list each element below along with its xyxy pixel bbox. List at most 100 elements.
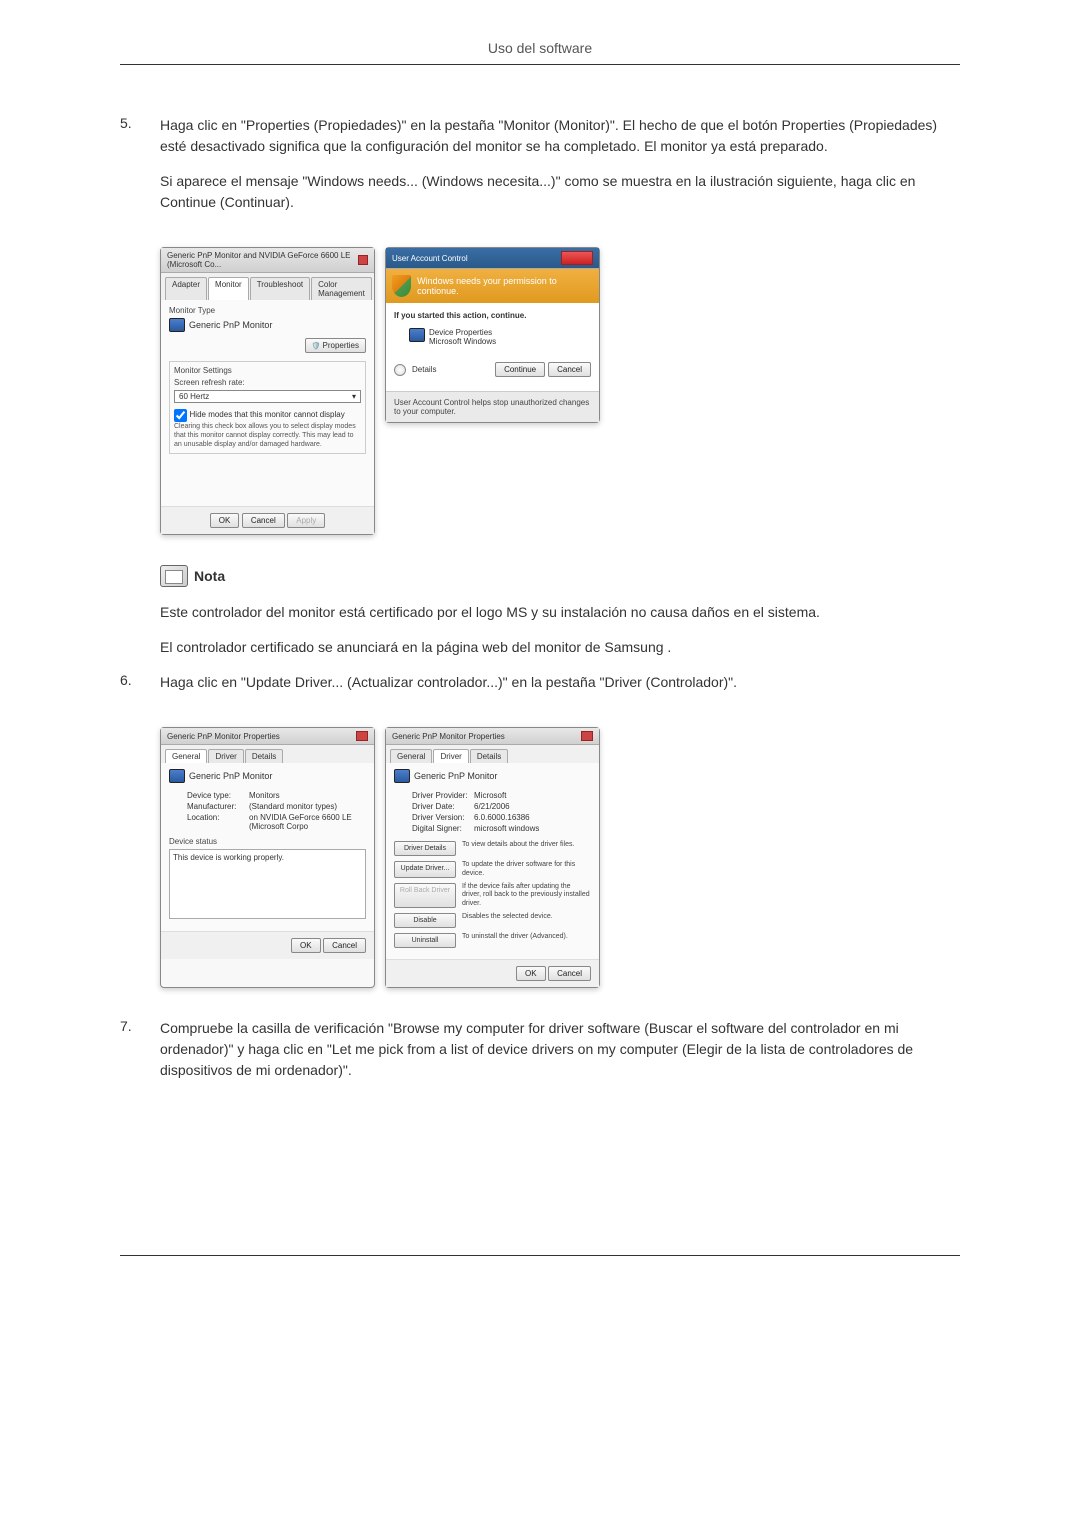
- location-value: on NVIDIA GeForce 6600 LE (Microsoft Cor…: [249, 813, 366, 831]
- step-7: 7. Compruebe la casilla de verificación …: [120, 1018, 960, 1095]
- tab-adapter[interactable]: Adapter: [165, 277, 207, 300]
- uac-banner: Windows needs your permission to contion…: [386, 269, 599, 303]
- details-button[interactable]: Details: [412, 365, 495, 374]
- tab-general[interactable]: General: [390, 749, 432, 763]
- close-icon[interactable]: [358, 255, 368, 265]
- footer-rule: [120, 1255, 960, 1256]
- tab-color-management[interactable]: Color Management: [311, 277, 372, 300]
- monitor-icon: [169, 318, 185, 332]
- chevron-down-icon: ▾: [352, 392, 356, 401]
- provider-label: Driver Provider:: [412, 791, 474, 800]
- tab-details[interactable]: Details: [470, 749, 508, 763]
- rollback-driver-desc: If the device fails after updating the d…: [462, 883, 591, 908]
- note-icon: [160, 565, 188, 587]
- window-d-titlebar: Generic PnP Monitor Properties: [386, 728, 599, 745]
- tab-general[interactable]: General: [165, 749, 207, 763]
- device-properties-text: Device Properties: [429, 328, 496, 337]
- note-heading: Nota: [160, 565, 960, 587]
- window-d-title: Generic PnP Monitor Properties: [392, 732, 505, 741]
- date-value: 6/21/2006: [474, 802, 591, 811]
- uac-title: User Account Control: [392, 254, 468, 263]
- properties-button[interactable]: Properties: [305, 338, 366, 353]
- device-type-label: Device type:: [187, 791, 249, 800]
- cancel-button[interactable]: Cancel: [242, 513, 285, 528]
- window-d-tabs: General Driver Details: [386, 745, 599, 763]
- update-driver-button[interactable]: Update Driver...: [394, 861, 456, 878]
- ok-button[interactable]: OK: [291, 938, 321, 953]
- hide-modes-checkbox[interactable]: [174, 409, 187, 422]
- note-para2: El controlador certificado se anunciará …: [160, 637, 960, 658]
- monitor-icon: [169, 769, 185, 783]
- tab-monitor[interactable]: Monitor: [208, 277, 249, 300]
- tab-driver[interactable]: Driver: [208, 749, 243, 763]
- signer-label: Digital Signer:: [412, 824, 474, 833]
- monitor-name: Generic PnP Monitor: [189, 320, 272, 330]
- location-label: Location:: [187, 813, 249, 831]
- manufacturer-value: (Standard monitor types): [249, 802, 366, 811]
- step-7-number: 7.: [120, 1018, 160, 1095]
- device-icon: [409, 328, 425, 342]
- tab-details[interactable]: Details: [245, 749, 283, 763]
- disable-button[interactable]: Disable: [394, 913, 456, 928]
- monitor-type-label: Monitor Type: [169, 306, 366, 315]
- step-6: 6. Haga clic en "Update Driver... (Actua…: [120, 672, 960, 707]
- ms-windows-text: Microsoft Windows: [429, 337, 496, 346]
- screenshot-row-1: Generic PnP Monitor and NVIDIA GeForce 6…: [160, 247, 960, 535]
- uac-footer: User Account Control helps stop unauthor…: [386, 391, 599, 422]
- driver-details-button[interactable]: Driver Details: [394, 841, 456, 856]
- uninstall-button[interactable]: Uninstall: [394, 933, 456, 948]
- device-status-box: This device is working properly.: [169, 849, 366, 919]
- step-7-text: Compruebe la casilla de verificación "Br…: [160, 1018, 960, 1081]
- date-label: Driver Date:: [412, 802, 474, 811]
- properties-driver-window: Generic PnP Monitor Properties General D…: [385, 727, 600, 988]
- window-a-titlebar: Generic PnP Monitor and NVIDIA GeForce 6…: [161, 248, 374, 273]
- ok-button[interactable]: OK: [516, 966, 546, 981]
- close-icon[interactable]: [581, 731, 593, 741]
- uninstall-desc: To uninstall the driver (Advanced).: [462, 933, 591, 948]
- refresh-rate-dropdown[interactable]: 60 Hertz ▾: [174, 390, 361, 403]
- disable-desc: Disables the selected device.: [462, 913, 591, 928]
- step-6-text: Haga clic en "Update Driver... (Actualiz…: [160, 672, 960, 693]
- step-6-number: 6.: [120, 672, 160, 707]
- manufacturer-label: Manufacturer:: [187, 802, 249, 811]
- device-type-value: Monitors: [249, 791, 366, 800]
- ok-button[interactable]: OK: [210, 513, 240, 528]
- version-value: 6.0.6000.16386: [474, 813, 591, 822]
- refresh-rate-label: Screen refresh rate:: [174, 378, 361, 387]
- cancel-button[interactable]: Cancel: [548, 362, 591, 377]
- window-a-title: Generic PnP Monitor and NVIDIA GeForce 6…: [167, 251, 358, 269]
- device-status-label: Device status: [169, 837, 366, 846]
- tab-driver[interactable]: Driver: [433, 749, 468, 763]
- hide-modes-label: Hide modes that this monitor cannot disp…: [190, 410, 345, 419]
- signer-value: microsoft windows: [474, 824, 591, 833]
- rollback-driver-button[interactable]: Roll Back Driver: [394, 883, 456, 908]
- close-icon[interactable]: [356, 731, 368, 741]
- monitor-settings-label: Monitor Settings: [174, 366, 361, 375]
- window-a-tabs: Adapter Monitor Troubleshoot Color Manag…: [161, 273, 374, 300]
- continue-button[interactable]: Continue: [495, 362, 545, 377]
- properties-general-window: Generic PnP Monitor Properties General D…: [160, 727, 375, 988]
- apply-button[interactable]: Apply: [287, 513, 325, 528]
- monitor-name: Generic PnP Monitor: [414, 771, 497, 781]
- driver-details-desc: To view details about the driver files.: [462, 841, 591, 856]
- window-c-tabs: General Driver Details: [161, 745, 374, 763]
- cancel-button[interactable]: Cancel: [323, 938, 366, 953]
- uac-window: User Account Control Windows needs your …: [385, 247, 600, 423]
- uac-titlebar: User Account Control: [386, 248, 599, 269]
- monitor-name: Generic PnP Monitor: [189, 771, 272, 781]
- monitor-properties-window: Generic PnP Monitor and NVIDIA GeForce 6…: [160, 247, 375, 535]
- refresh-rate-value: 60 Hertz: [179, 392, 209, 401]
- note-label: Nota: [194, 568, 225, 584]
- tab-troubleshoot[interactable]: Troubleshoot: [250, 277, 310, 300]
- uac-banner-text: Windows needs your permission to contion…: [417, 276, 593, 296]
- step-5-para2: Si aparece el mensaje "Windows needs... …: [160, 171, 960, 213]
- step-5: 5. Haga clic en "Properties (Propiedades…: [120, 115, 960, 227]
- uac-if-started: If you started this action, continue.: [394, 311, 591, 320]
- monitor-icon: [394, 769, 410, 783]
- update-driver-desc: To update the driver software for this d…: [462, 861, 591, 878]
- expander-icon[interactable]: [394, 364, 406, 376]
- version-label: Driver Version:: [412, 813, 474, 822]
- cancel-button[interactable]: Cancel: [548, 966, 591, 981]
- close-icon[interactable]: [561, 251, 593, 265]
- screenshot-row-2: Generic PnP Monitor Properties General D…: [160, 727, 960, 988]
